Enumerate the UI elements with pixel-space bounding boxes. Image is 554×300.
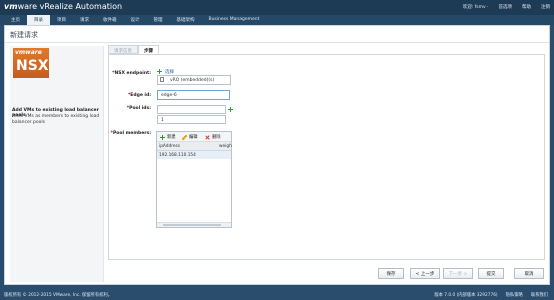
- previous-button[interactable]: < 上一步: [410, 268, 440, 279]
- add-icon: [160, 134, 165, 140]
- nsx-endpoint-label: *NSX endpoint:: [112, 71, 151, 76]
- document-icon: [160, 77, 164, 82]
- pool-members-label: *Pool members:: [110, 131, 151, 136]
- pool-id-input-new[interactable]: [157, 105, 226, 114]
- column-ipaddress[interactable]: ipAddress: [159, 144, 180, 149]
- save-button[interactable]: 保存: [378, 268, 404, 279]
- version-text: 版本 7.0.0 (内部版本 3292776): [434, 293, 498, 298]
- help-link[interactable]: 帮助: [522, 4, 531, 10]
- tab-admin[interactable]: 管理: [147, 15, 170, 25]
- add-icon[interactable]: [157, 69, 162, 74]
- cancel-button[interactable]: 取消: [514, 268, 544, 279]
- edge-id-label: *Edge id:: [127, 93, 151, 98]
- tab-step[interactable]: 步骤: [138, 45, 159, 54]
- form-tabs: 请求信息 步骤: [108, 45, 159, 54]
- tab-catalog[interactable]: 目录: [27, 15, 50, 25]
- add-pool-id-icon[interactable]: [228, 107, 233, 112]
- nsx-logo: vmware NSX: [13, 48, 49, 78]
- next-button[interactable]: 下一步 >: [443, 268, 473, 279]
- new-member-button[interactable]: 新建: [167, 134, 176, 140]
- copyright-text: 版权所有 © 2012-2015 VMware, Inc. 保留所有权利。: [4, 293, 113, 298]
- title-divider: [5, 42, 549, 43]
- pool-id-input-1[interactable]: 1: [157, 115, 226, 124]
- tab-requests[interactable]: 请求: [73, 15, 96, 25]
- welcome-user-link[interactable]: 欢迎: fsmv ·: [463, 4, 489, 10]
- privacy-link[interactable]: 隐私策略: [506, 292, 523, 298]
- tab-home[interactable]: 主页: [4, 15, 27, 25]
- preferences-link[interactable]: 首选项: [499, 4, 513, 10]
- pool-members-grid: 新建 编辑 删除 ipAddress weigh 192.168.110.154: [156, 131, 232, 228]
- submit-button[interactable]: 提交: [478, 268, 504, 279]
- catalog-item-description: Adds VMs as members to existing load bal…: [12, 114, 100, 125]
- scrollbar-thumb[interactable]: [163, 224, 221, 226]
- delete-icon: [205, 135, 210, 140]
- logout-link[interactable]: 注销: [541, 4, 550, 10]
- contact-link[interactable]: 联系我们: [531, 292, 548, 298]
- main-nav: 主页 目录 项目 请求 收件箱 设计 管理 基础架构 Business Mana…: [0, 15, 554, 25]
- tab-business-management[interactable]: Business Management: [202, 15, 267, 25]
- page-title: 新建请求: [10, 31, 38, 39]
- header-links: 欢迎: fsmv · 首选项 帮助 注销: [463, 4, 550, 10]
- tab-inbox[interactable]: 收件箱: [96, 15, 124, 25]
- edit-icon: [182, 134, 187, 140]
- vmware-logo: vmware vRealize Automation: [4, 2, 123, 11]
- nsx-endpoint-field[interactable]: vRO (embedded)(s): [157, 75, 231, 85]
- column-weight[interactable]: weigh: [219, 144, 232, 149]
- edit-member-button[interactable]: 编辑: [189, 134, 198, 140]
- tab-items[interactable]: 项目: [50, 15, 73, 25]
- edge-id-input[interactable]: edge-6: [157, 90, 230, 100]
- grid-header: ipAddress weigh: [157, 142, 232, 151]
- ip-address-cell: 192.168.110.154: [159, 152, 196, 158]
- table-row[interactable]: 192.168.110.154: [157, 151, 231, 159]
- tab-design[interactable]: 设计: [124, 15, 147, 25]
- delete-member-button[interactable]: 删除: [212, 134, 221, 140]
- tab-infrastructure[interactable]: 基础架构: [170, 15, 202, 25]
- grid-toolbar: 新建 编辑 删除: [157, 132, 231, 142]
- horizontal-scrollbar[interactable]: [157, 222, 231, 227]
- footer: 版权所有 © 2012-2015 VMware, Inc. 保留所有权利。 版本…: [0, 288, 554, 300]
- tab-request-info[interactable]: 请求信息: [108, 45, 138, 54]
- catalog-item-card: vmware NSX Add VMs to existing load bala…: [10, 46, 104, 282]
- pool-ids-label: *Pool ids:: [126, 106, 151, 111]
- top-header: vmware vRealize Automation 欢迎: fsmv · 首选…: [0, 0, 554, 15]
